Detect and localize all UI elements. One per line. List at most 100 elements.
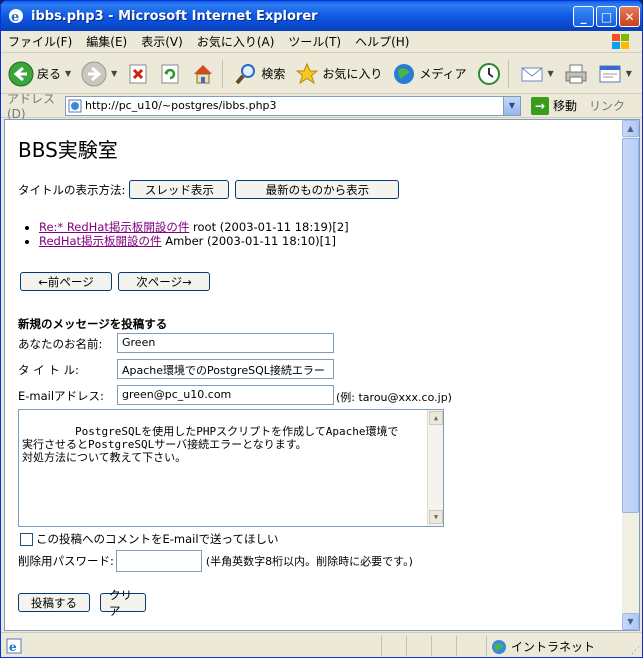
- password-input[interactable]: [115, 550, 202, 572]
- page-title: BBS実験室: [18, 138, 118, 162]
- print-icon: [565, 64, 587, 83]
- password-hint: (半角英数字8桁以内。削除時に必要です。): [205, 555, 413, 568]
- media-button[interactable]: メディア: [389, 57, 469, 91]
- refresh-icon: [161, 64, 179, 83]
- home-icon: [194, 64, 213, 83]
- textarea-scrollbar[interactable]: ▲ ▼: [427, 410, 443, 526]
- media-label: メディア: [419, 67, 467, 81]
- print-button[interactable]: [561, 57, 591, 91]
- minimize-button[interactable]: _: [573, 6, 594, 27]
- notify-label: この投稿へのコメントをE-mailで送ってほしい: [36, 532, 279, 546]
- search-icon: [235, 63, 256, 84]
- address-dropdown-icon[interactable]: ▼: [503, 96, 520, 115]
- message-textarea[interactable]: PostgreSQLを使用したPHPスクリプトを作成してApache環境で 実行…: [18, 409, 444, 527]
- home-button[interactable]: [188, 57, 218, 91]
- post-list: Re:* RedHat掲示板開設の件 root (2003-01-11 18:1…: [39, 220, 349, 248]
- menu-tools[interactable]: ツール(T): [281, 33, 348, 50]
- status-bar: e イントラネット ⋰: [1, 632, 642, 657]
- page-icon: [68, 99, 82, 112]
- forward-dropdown-icon[interactable]: ▼: [111, 69, 117, 78]
- menu-view[interactable]: 表示(V): [134, 33, 190, 50]
- status-panel: [431, 636, 432, 656]
- stop-button[interactable]: [124, 57, 152, 91]
- display-mode-row: タイトルの表示方法: スレッド表示 最新のものから表示: [18, 180, 400, 199]
- resize-grip-icon[interactable]: ⋰: [631, 646, 640, 656]
- search-label: 検索: [261, 67, 286, 81]
- new-post-heading: 新規のメッセージを投稿する: [18, 317, 168, 331]
- scroll-thumb[interactable]: [622, 138, 639, 513]
- stop-icon: [129, 64, 147, 83]
- post-meta: Amber (2003-01-11 18:10)[1]: [161, 234, 336, 248]
- zone-label: イントラネット: [511, 640, 596, 654]
- intranet-icon: [492, 639, 506, 654]
- links-toolbar[interactable]: リンク: [589, 97, 625, 114]
- prev-page-button[interactable]: ←前ページ: [20, 272, 112, 291]
- content-frame: BBS実験室 タイトルの表示方法: スレッド表示 最新のものから表示 Re:* …: [4, 119, 640, 631]
- submit-button[interactable]: 投稿する: [18, 593, 90, 612]
- scroll-down-icon[interactable]: ▼: [429, 510, 443, 524]
- back-icon: [8, 61, 34, 86]
- page-scrollbar[interactable]: ▲ ▼: [622, 120, 639, 630]
- close-button[interactable]: ✕: [619, 6, 640, 27]
- toolbar: 戻る ▼ ▼ 検索 お気に入り メディア ▼ ▼: [1, 54, 642, 94]
- post-link[interactable]: RedHat掲示板開設の件: [39, 234, 162, 248]
- thread-view-button[interactable]: スレッド表示: [129, 180, 230, 199]
- search-button[interactable]: 検索: [231, 57, 288, 91]
- edit-button[interactable]: ▼: [595, 57, 635, 91]
- status-panel: [486, 636, 487, 656]
- title-bar[interactable]: e ibbs.php3 - Microsoft Internet Explore…: [1, 1, 642, 31]
- submit-row: 投稿する クリア: [18, 588, 146, 618]
- page-status-icon: e: [6, 638, 22, 654]
- post-link[interactable]: Re:* RedHat掲示板開設の件: [39, 220, 189, 234]
- clear-button[interactable]: クリア: [100, 588, 146, 618]
- favorites-label: お気に入り: [322, 67, 383, 81]
- notify-row: この投稿へのコメントをE-mailで送ってほしい: [20, 531, 278, 547]
- back-label: 戻る: [37, 67, 62, 81]
- name-input[interactable]: Green: [117, 333, 334, 353]
- post-meta: root (2003-01-11 18:19)[2]: [189, 220, 349, 234]
- password-label: 削除用パスワード:: [18, 554, 114, 568]
- mail-button[interactable]: ▼: [517, 57, 557, 91]
- security-zone: イントラネット: [491, 638, 595, 655]
- edit-dropdown-icon[interactable]: ▼: [626, 69, 632, 78]
- menu-favorites[interactable]: お気に入り(A): [190, 33, 282, 50]
- windows-logo-icon: [612, 34, 629, 49]
- refresh-button[interactable]: [156, 57, 184, 91]
- history-button[interactable]: [474, 57, 504, 91]
- ie-window: e ibbs.php3 - Microsoft Internet Explore…: [0, 0, 643, 658]
- svg-text:e: e: [9, 640, 17, 654]
- favorites-icon: [295, 62, 319, 84]
- latest-view-button[interactable]: 最新のものから表示: [235, 180, 400, 199]
- name-label: あなたのお名前:: [18, 337, 103, 351]
- minimize-icon: _: [580, 9, 587, 24]
- notify-checkbox[interactable]: [20, 532, 33, 546]
- subject-input[interactable]: Apache環境でのPostgreSQL接続エラー: [117, 359, 334, 379]
- close-icon: ✕: [624, 9, 635, 24]
- list-item: Re:* RedHat掲示板開設の件 root (2003-01-11 18:1…: [39, 220, 349, 234]
- email-input[interactable]: green@pc_u10.com: [117, 385, 334, 405]
- display-mode-label: タイトルの表示方法:: [18, 182, 126, 197]
- favorites-button[interactable]: お気に入り: [292, 57, 385, 91]
- address-label: アドレス(D): [7, 92, 56, 121]
- next-page-button[interactable]: 次ページ→: [118, 272, 210, 291]
- list-item: RedHat掲示板開設の件 Amber (2003-01-11 18:10)[1…: [39, 234, 349, 248]
- mail-dropdown-icon[interactable]: ▼: [548, 69, 554, 78]
- menu-help[interactable]: ヘルプ(H): [348, 33, 416, 50]
- scroll-up-icon[interactable]: ▲: [622, 120, 639, 137]
- address-url: http://pc_u10/~postgres/ibbs.php3: [85, 99, 277, 112]
- back-dropdown-icon[interactable]: ▼: [65, 69, 71, 78]
- go-label: 移動: [553, 99, 578, 113]
- back-button[interactable]: 戻る ▼: [5, 57, 74, 91]
- history-icon: [477, 62, 500, 85]
- scroll-down-icon[interactable]: ▼: [622, 613, 639, 630]
- maximize-button[interactable]: □: [596, 6, 617, 27]
- menu-edit[interactable]: 編集(E): [79, 33, 134, 50]
- scroll-up-icon[interactable]: ▲: [429, 411, 443, 425]
- menu-file[interactable]: ファイル(F): [1, 33, 79, 50]
- ie-logo-icon: e: [9, 9, 23, 25]
- forward-button[interactable]: ▼: [78, 57, 120, 91]
- go-button[interactable]: → 移動: [531, 96, 578, 115]
- message-text: PostgreSQLを使用したPHPスクリプトを作成してApache環境で 実行…: [22, 425, 399, 464]
- address-input[interactable]: http://pc_u10/~postgres/ibbs.php3 ▼: [65, 95, 521, 116]
- toolbar-separator: [222, 59, 224, 88]
